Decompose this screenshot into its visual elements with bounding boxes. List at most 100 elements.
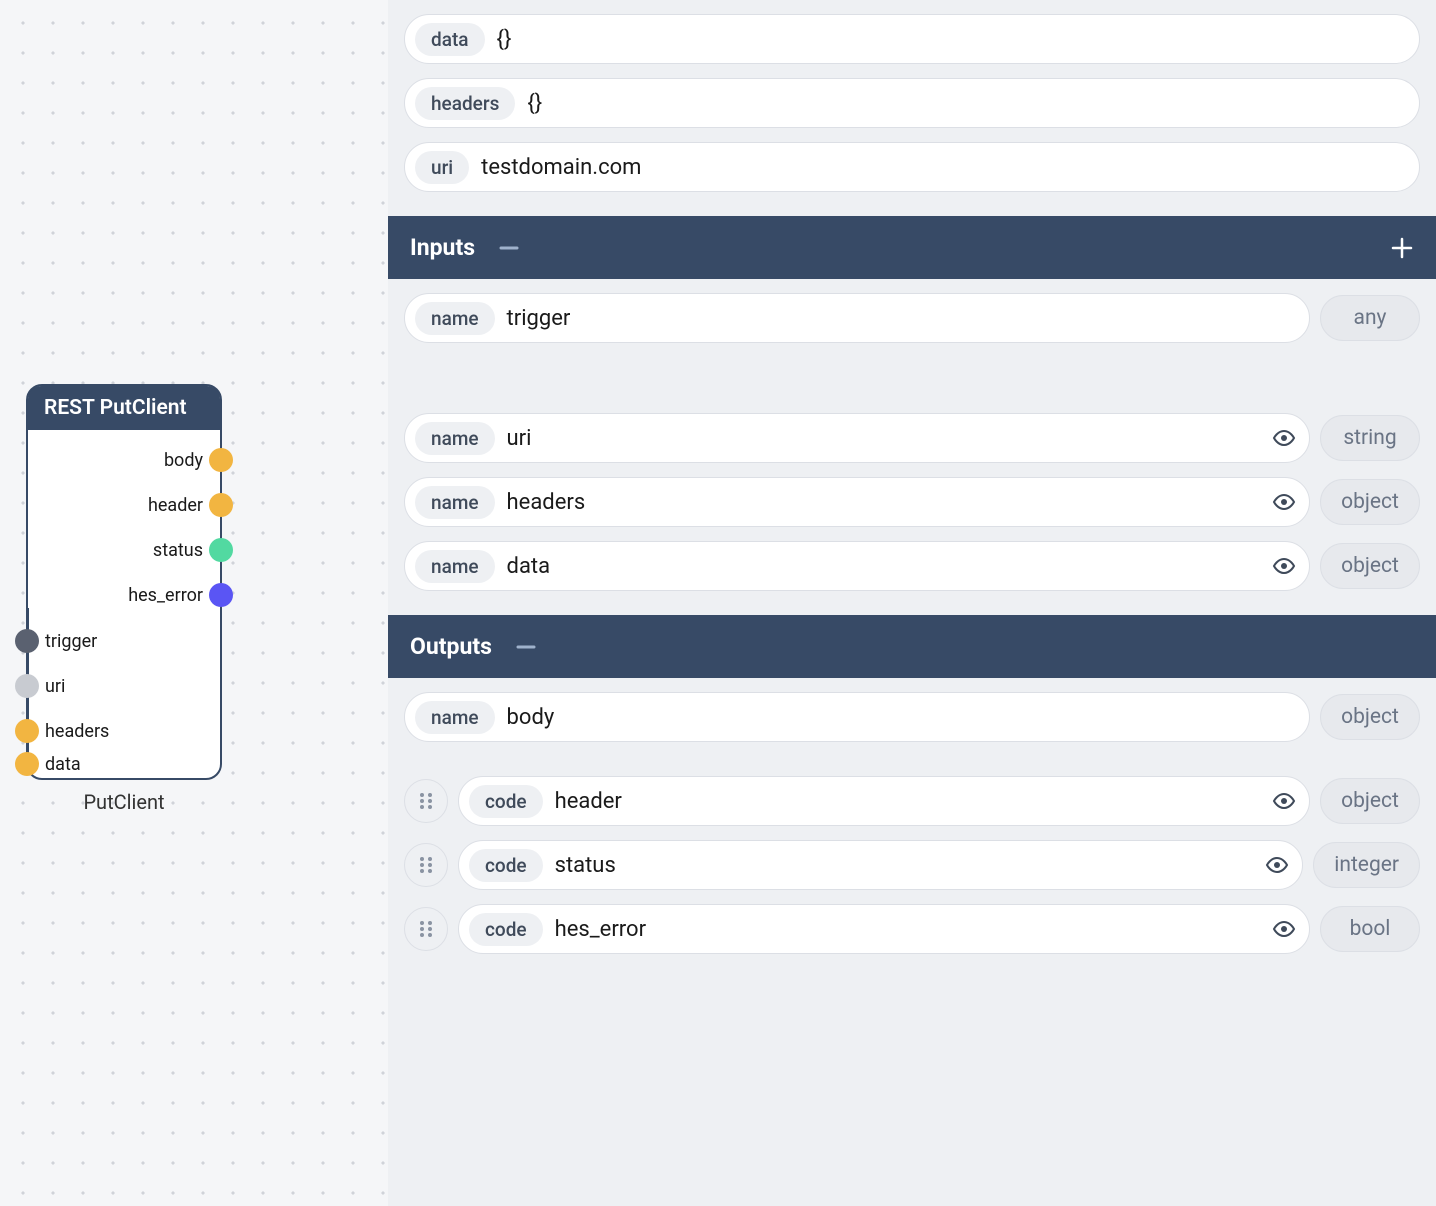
type-chip[interactable]: object	[1320, 543, 1420, 589]
collapse-icon[interactable]	[516, 637, 536, 657]
section-title: Outputs	[410, 633, 492, 660]
port-dot[interactable]	[209, 583, 233, 607]
type-chip[interactable]: object	[1320, 778, 1420, 824]
add-input-button[interactable]	[1390, 236, 1414, 260]
node-body: body header status hes_error	[28, 430, 220, 778]
collapse-icon[interactable]	[499, 238, 519, 258]
input-field[interactable]: name headers	[404, 477, 1310, 527]
param-value: {}	[485, 27, 1409, 52]
port-label: header	[142, 495, 209, 516]
port-dot[interactable]	[209, 493, 233, 517]
input-field[interactable]: name uri	[404, 413, 1310, 463]
field-value: uri	[495, 426, 1269, 451]
field-tag: name	[415, 302, 495, 335]
port-dot[interactable]	[209, 538, 233, 562]
output-row: name body object	[404, 692, 1420, 742]
node-rest-putclient[interactable]: REST PutClient body header status hes_er…	[26, 384, 222, 780]
port-label: uri	[39, 676, 71, 697]
port-label: trigger	[39, 631, 103, 652]
node-output-port[interactable]: header	[142, 493, 233, 517]
field-tag: name	[415, 422, 495, 455]
input-row: name headers object	[404, 477, 1420, 527]
param-row: uri testdomain.com	[404, 142, 1420, 192]
field-tag: code	[469, 913, 543, 946]
inputs-section-header: Inputs	[388, 216, 1436, 279]
port-dot[interactable]	[15, 752, 39, 776]
output-field[interactable]: code status	[458, 840, 1303, 890]
port-label: status	[147, 540, 209, 561]
node-input-port[interactable]: data	[15, 752, 87, 776]
port-dot[interactable]	[15, 719, 39, 743]
outputs-list: name body object code header object	[388, 678, 1436, 978]
type-chip[interactable]: integer	[1313, 842, 1420, 888]
drag-handle-icon[interactable]	[404, 779, 448, 823]
output-field[interactable]: code hes_error	[458, 904, 1310, 954]
field-value: headers	[495, 490, 1269, 515]
inputs-list: name trigger any name uri string name	[388, 279, 1436, 615]
param-field[interactable]: headers {}	[404, 78, 1420, 128]
port-dot[interactable]	[15, 674, 39, 698]
eye-icon[interactable]	[1269, 789, 1299, 813]
input-row: name data object	[404, 541, 1420, 591]
param-tag: headers	[415, 87, 515, 120]
type-chip[interactable]: bool	[1320, 906, 1420, 952]
field-tag: name	[415, 550, 495, 583]
port-dot[interactable]	[15, 629, 39, 653]
field-tag: code	[469, 849, 543, 882]
node-input-port[interactable]: headers	[15, 719, 115, 743]
param-tag: data	[415, 23, 485, 56]
param-list: data {} headers {} uri testdomain.com	[388, 0, 1436, 216]
input-row: name trigger any	[404, 293, 1420, 343]
drag-handle-icon[interactable]	[404, 907, 448, 951]
param-row: headers {}	[404, 78, 1420, 128]
properties-panel: data {} headers {} uri testdomain.com In…	[388, 0, 1436, 1206]
type-chip[interactable]: string	[1320, 415, 1420, 461]
port-label: data	[39, 754, 87, 775]
node-input-port[interactable]: trigger	[15, 629, 103, 653]
param-tag: uri	[415, 151, 469, 184]
type-chip[interactable]: any	[1320, 295, 1420, 341]
port-label: headers	[39, 721, 115, 742]
field-value: body	[495, 705, 1299, 730]
node-output-port[interactable]: body	[158, 448, 233, 472]
field-value: status	[543, 853, 1263, 878]
param-field[interactable]: data {}	[404, 14, 1420, 64]
node-output-port[interactable]: status	[147, 538, 233, 562]
field-tag: code	[469, 785, 543, 818]
port-label: body	[158, 450, 209, 471]
field-value: trigger	[495, 306, 1299, 331]
field-value: header	[543, 789, 1269, 814]
param-row: data {}	[404, 14, 1420, 64]
eye-icon[interactable]	[1269, 426, 1299, 450]
field-tag: name	[415, 486, 495, 519]
node-caption: PutClient	[26, 790, 222, 814]
port-dot[interactable]	[209, 448, 233, 472]
param-value: testdomain.com	[469, 155, 1409, 180]
type-chip[interactable]: object	[1320, 694, 1420, 740]
output-row: code status integer	[404, 840, 1420, 890]
eye-icon[interactable]	[1269, 917, 1299, 941]
node-output-port[interactable]: hes_error	[122, 583, 233, 607]
drag-handle-icon[interactable]	[404, 843, 448, 887]
output-field[interactable]: name body	[404, 692, 1310, 742]
eye-icon[interactable]	[1269, 490, 1299, 514]
param-field[interactable]: uri testdomain.com	[404, 142, 1420, 192]
outputs-section-header: Outputs	[388, 615, 1436, 678]
eye-icon[interactable]	[1262, 853, 1292, 877]
field-value: data	[495, 554, 1269, 579]
type-chip[interactable]: object	[1320, 479, 1420, 525]
field-tag: name	[415, 701, 495, 734]
node-title: REST PutClient	[28, 386, 220, 430]
node-input-port[interactable]: uri	[15, 674, 71, 698]
eye-icon[interactable]	[1269, 554, 1299, 578]
output-row: code header object	[404, 776, 1420, 826]
input-field[interactable]: name data	[404, 541, 1310, 591]
output-field[interactable]: code header	[458, 776, 1310, 826]
input-field[interactable]: name trigger	[404, 293, 1310, 343]
port-label: hes_error	[122, 585, 209, 606]
param-value: {}	[515, 91, 1409, 116]
canvas[interactable]: REST PutClient body header status hes_er…	[0, 0, 388, 1206]
output-row: code hes_error bool	[404, 904, 1420, 954]
field-value: hes_error	[543, 917, 1269, 942]
section-title: Inputs	[410, 234, 475, 261]
